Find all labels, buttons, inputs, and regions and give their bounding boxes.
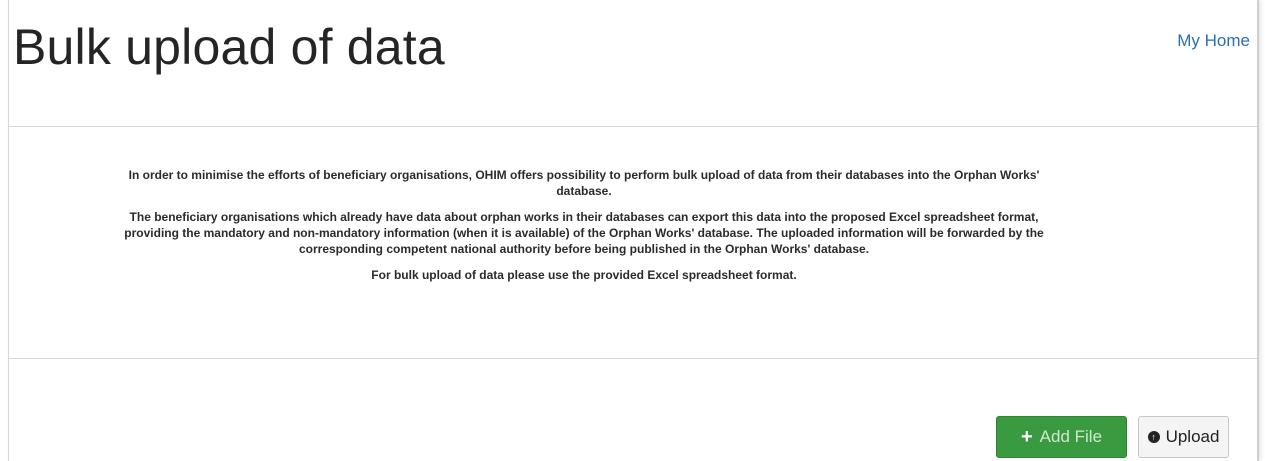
- header-divider: [9, 126, 1257, 127]
- intro-paragraph-2: The beneficiary organisations which alre…: [124, 210, 1044, 256]
- page-title: Bulk upload of data: [13, 19, 445, 75]
- content-divider: [9, 358, 1257, 359]
- add-file-label: Add File: [1039, 427, 1103, 446]
- intro-paragraph-1: In order to minimise the efforts of bene…: [128, 168, 1040, 198]
- upload-button[interactable]: ↑ Upload: [1138, 416, 1229, 458]
- intro-text: In order to minimise the efforts of bene…: [104, 167, 1064, 293]
- intro-paragraph-3: For bulk upload of data please use the p…: [371, 268, 797, 282]
- add-file-button[interactable]: + Add File: [996, 416, 1127, 458]
- page-frame: Bulk upload of data My Home In order to …: [8, 0, 1259, 461]
- upload-circle-icon: ↑: [1147, 431, 1160, 443]
- my-home-link[interactable]: My Home: [1177, 31, 1250, 51]
- upload-label: Upload: [1165, 427, 1220, 446]
- plus-icon: +: [1020, 426, 1033, 448]
